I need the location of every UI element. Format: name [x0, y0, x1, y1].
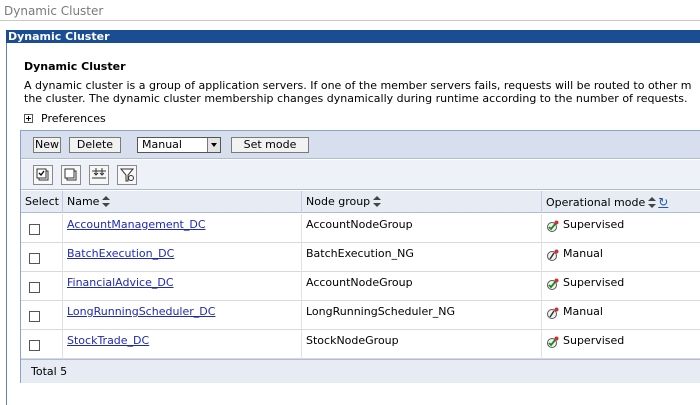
set-mode-button[interactable]: Set mode	[231, 137, 309, 153]
icon-toolbar	[21, 160, 700, 190]
action-toolbar: New Delete Manual Set mode	[21, 131, 700, 159]
sort-icon[interactable]	[373, 196, 382, 208]
refresh-icon[interactable]: ↻	[658, 195, 668, 209]
sort-icon[interactable]	[648, 197, 657, 209]
table-row: BatchExecution_DC BatchExecution_NG Manu…	[21, 243, 700, 272]
delete-button[interactable]: Delete	[69, 137, 121, 153]
preferences-toggle[interactable]: Preferences	[24, 112, 106, 125]
deselect-all-icon[interactable]	[61, 165, 81, 185]
row-checkbox[interactable]	[29, 282, 40, 293]
table-row: StockTrade_DC StockNodeGroup Supervised	[21, 330, 700, 359]
table-row: LongRunningScheduler_DC LongRunningSched…	[21, 301, 700, 330]
select-cell	[21, 272, 63, 301]
table-row: FinancialAdvice_DC AccountNodeGroup Supe…	[21, 272, 700, 301]
select-cell	[21, 214, 63, 243]
mode-select-value: Manual	[142, 138, 182, 151]
supervised-icon	[546, 335, 559, 348]
column-select: Select	[21, 191, 63, 213]
row-checkbox[interactable]	[29, 311, 40, 322]
table-row: AccountManagement_DC AccountNodeGroup Su…	[21, 214, 700, 243]
sort-icon[interactable]	[102, 196, 111, 208]
cluster-name-link[interactable]: LongRunningScheduler_DC	[67, 305, 215, 318]
column-name[interactable]: Name	[63, 191, 302, 213]
node-group-cell: LongRunningScheduler_NG	[302, 301, 542, 330]
mode-label: Manual	[563, 247, 603, 260]
select-all-icon[interactable]	[33, 165, 53, 185]
panel-title-bar: Dynamic Cluster	[6, 30, 700, 43]
select-cell	[21, 243, 63, 272]
column-node-group-label: Node group	[306, 195, 371, 208]
collection-table: New Delete Manual Set mode Select Name N…	[20, 130, 700, 383]
mode-cell: Manual	[542, 243, 700, 272]
clear-filter-icon[interactable]	[117, 165, 137, 185]
name-cell: FinancialAdvice_DC	[63, 272, 302, 301]
column-name-label: Name	[67, 195, 100, 208]
row-checkbox[interactable]	[29, 253, 40, 264]
mode-label: Supervised	[563, 334, 625, 347]
cluster-name-link[interactable]: BatchExecution_DC	[67, 247, 174, 260]
preferences-label: Preferences	[41, 112, 106, 125]
supervised-icon	[546, 219, 559, 232]
description-line-1: A dynamic cluster is a group of applicat…	[24, 79, 692, 92]
name-cell: AccountManagement_DC	[63, 214, 302, 243]
manual-icon	[546, 248, 559, 261]
table-footer: Total 5	[21, 359, 700, 383]
new-button[interactable]: New	[33, 137, 61, 153]
name-cell: StockTrade_DC	[63, 330, 302, 359]
name-cell: BatchExecution_DC	[63, 243, 302, 272]
supervised-icon	[546, 277, 559, 290]
column-operational-mode-label: Operational mode	[546, 196, 646, 209]
show-filter-icon[interactable]	[89, 165, 109, 185]
node-group-cell: BatchExecution_NG	[302, 243, 542, 272]
name-cell: LongRunningScheduler_DC	[63, 301, 302, 330]
description-line-2: the cluster. The dynamic cluster members…	[24, 92, 688, 105]
chevron-down-icon[interactable]	[207, 138, 220, 152]
row-checkbox[interactable]	[29, 224, 40, 235]
mode-cell: Supervised	[542, 330, 700, 359]
select-cell	[21, 301, 63, 330]
column-operational-mode[interactable]: Operational mode ↻	[542, 191, 700, 213]
table-header: Select Name Node group Operational mode ↻	[21, 191, 700, 213]
cluster-name-link[interactable]: StockTrade_DC	[67, 334, 149, 347]
node-group-cell: AccountNodeGroup	[302, 272, 542, 301]
mode-label: Supervised	[563, 218, 625, 231]
column-select-label: Select	[25, 195, 59, 208]
mode-cell: Supervised	[542, 214, 700, 243]
mode-cell: Supervised	[542, 272, 700, 301]
breadcrumb: Dynamic Cluster	[4, 4, 104, 18]
cluster-name-link[interactable]: FinancialAdvice_DC	[67, 276, 174, 289]
description: A dynamic cluster is a group of applicat…	[24, 79, 700, 105]
node-group-cell: AccountNodeGroup	[302, 214, 542, 243]
mode-select[interactable]: Manual	[137, 137, 221, 153]
panel-border	[6, 43, 7, 405]
row-checkbox[interactable]	[29, 340, 40, 351]
section-title: Dynamic Cluster	[24, 60, 126, 73]
expand-plus-icon[interactable]	[24, 114, 33, 123]
cluster-name-link[interactable]: AccountManagement_DC	[67, 218, 206, 231]
manual-icon	[546, 306, 559, 319]
breadcrumb-divider	[0, 20, 700, 21]
column-node-group[interactable]: Node group	[302, 191, 542, 213]
mode-label: Manual	[563, 305, 603, 318]
mode-cell: Manual	[542, 301, 700, 330]
select-cell	[21, 330, 63, 359]
mode-label: Supervised	[563, 276, 625, 289]
node-group-cell: StockNodeGroup	[302, 330, 542, 359]
